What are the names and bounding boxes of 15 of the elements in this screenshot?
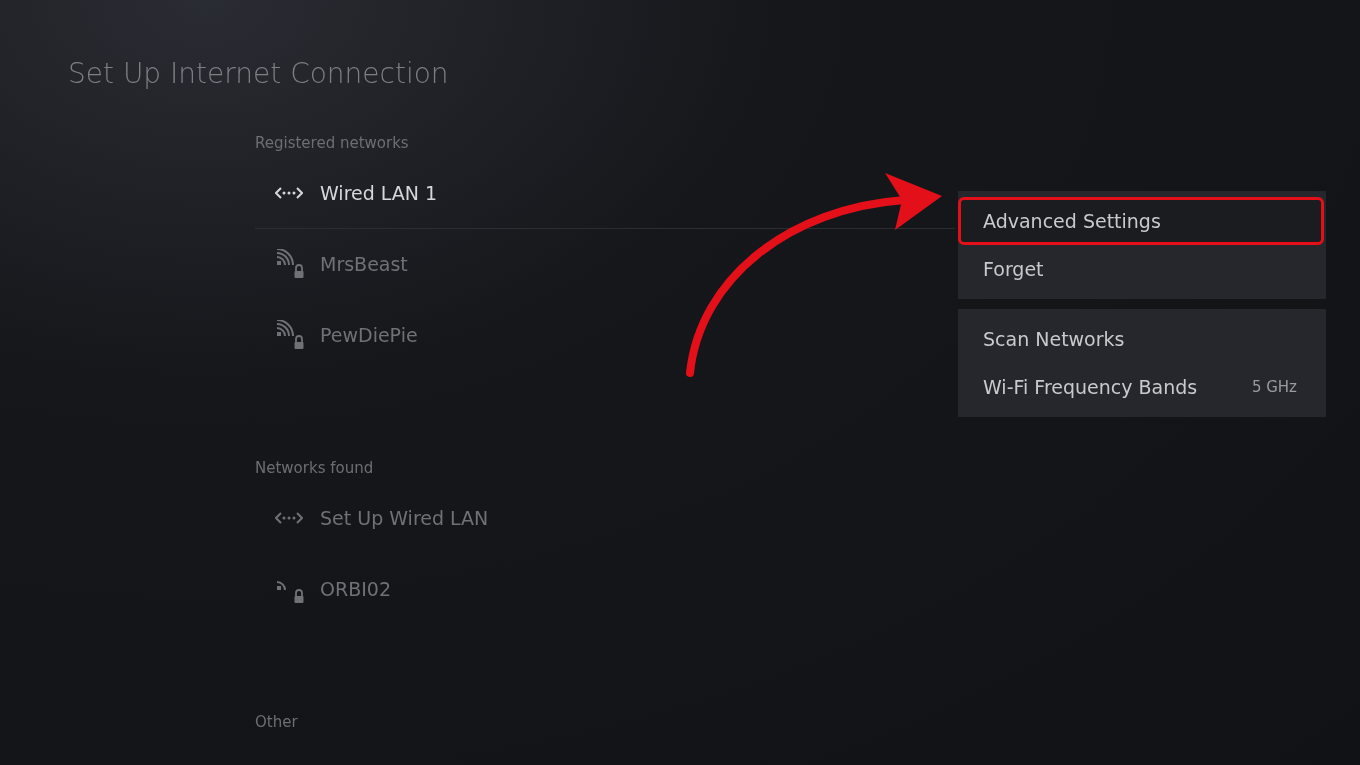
menu-item[interactable]: Wi-Fi Frequency Bands 5 GHz [958, 363, 1324, 411]
menu-item[interactable]: Scan Networks [958, 315, 1324, 363]
section-label: Registered networks [255, 133, 410, 154]
wifi-signal-icon [275, 320, 305, 350]
section-label: Other [255, 712, 299, 733]
menu-item[interactable]: Advanced Settings [958, 197, 1324, 245]
wifi-signal-icon [275, 249, 305, 279]
network-item[interactable]: PewDiePie [255, 300, 955, 371]
menu-item[interactable]: Forget [958, 245, 1324, 293]
network-item[interactable]: Set Up Wired LAN [255, 483, 955, 554]
wired-connection-icon [275, 186, 303, 200]
wired-connection-icon [275, 511, 303, 525]
section-label: Networks found [255, 458, 375, 479]
network-item[interactable]: ORBI02 [255, 554, 955, 625]
page-title: Set Up Internet Connection [67, 56, 450, 92]
